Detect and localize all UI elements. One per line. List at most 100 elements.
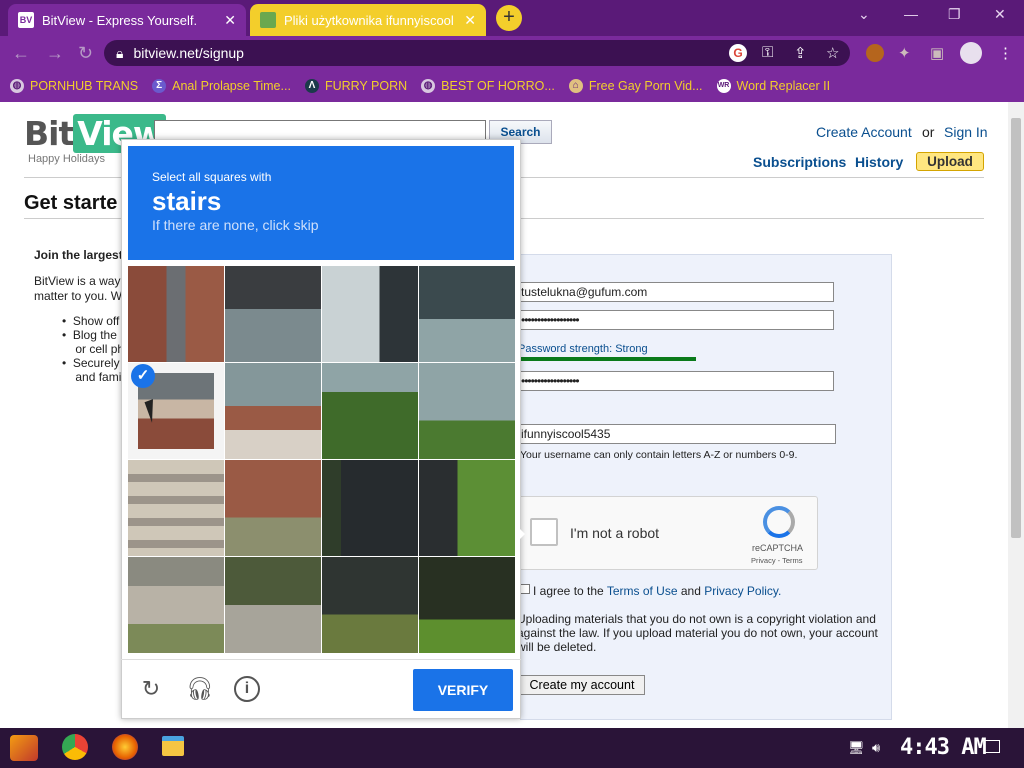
list-item: or cell ph bbox=[75, 342, 125, 356]
bookmark-item[interactable]: Σ Anal Prolapse Time... bbox=[152, 79, 291, 93]
network-icon[interactable]: 🖥︎ bbox=[848, 740, 865, 756]
star-icon[interactable]: ☆ bbox=[826, 44, 839, 62]
history-link[interactable]: History bbox=[855, 154, 903, 170]
close-icon[interactable]: ✕ bbox=[224, 12, 236, 29]
back-icon[interactable]: ← bbox=[12, 43, 30, 64]
wr-icon: WR bbox=[716, 79, 731, 93]
google-icon[interactable]: G bbox=[729, 44, 747, 62]
list-item: and fami bbox=[75, 370, 122, 384]
captcha-tile[interactable] bbox=[419, 460, 515, 556]
bookmark-item[interactable]: ◍ PORNHUB TRANS bbox=[10, 79, 138, 93]
lambda-icon: Λ bbox=[304, 79, 319, 93]
captcha-tile[interactable] bbox=[225, 557, 321, 653]
bookmark-item[interactable]: ⌂ Free Gay Porn Vid... bbox=[568, 79, 703, 93]
firefox-icon[interactable] bbox=[112, 734, 138, 760]
tab-pliki[interactable]: Pliki użytkownika ifunnyiscool - ✕ bbox=[250, 4, 486, 36]
page-title: Get starte bbox=[24, 192, 118, 214]
captcha-tile[interactable] bbox=[419, 363, 515, 459]
captcha-instruction: Select all squares with bbox=[152, 170, 272, 184]
divider bbox=[121, 659, 521, 660]
password-field[interactable]: •••••••••••••••••• bbox=[516, 310, 834, 330]
list-item: • Securely bbox=[62, 356, 120, 370]
captcha-grid bbox=[128, 266, 515, 653]
tab-search-icon[interactable]: ⌄ bbox=[858, 6, 870, 23]
captcha-target: stairs bbox=[152, 186, 222, 216]
dialog-pointer bbox=[515, 524, 525, 544]
captcha-tile[interactable] bbox=[225, 363, 321, 459]
captcha-tile[interactable] bbox=[322, 266, 418, 362]
username-field[interactable]: ifunnyiscool5435 bbox=[516, 424, 836, 444]
profile-icon[interactable] bbox=[960, 42, 982, 64]
info-icon[interactable]: i bbox=[234, 676, 260, 702]
upload-button[interactable]: Upload bbox=[916, 152, 984, 171]
file-explorer-icon[interactable] bbox=[162, 736, 184, 756]
headphones-icon[interactable]: 🎧︎ bbox=[186, 676, 214, 702]
list-item: • Blog the bbox=[62, 328, 117, 342]
bookmark-item[interactable]: ◍ BEST OF HORRO... bbox=[421, 79, 555, 93]
captcha-header: Select all squares with stairs If there … bbox=[128, 146, 514, 260]
key-icon[interactable]: ⚿ bbox=[762, 44, 773, 61]
scrollbar-thumb[interactable] bbox=[1011, 118, 1021, 538]
sign-in-link[interactable]: Sign In bbox=[944, 124, 988, 140]
subscriptions-link[interactable]: Subscriptions bbox=[753, 154, 846, 170]
selected-check-icon: ✓ bbox=[131, 364, 155, 388]
captcha-tile[interactable] bbox=[128, 460, 224, 556]
privacy-link[interactable]: Privacy Policy. bbox=[704, 584, 781, 598]
agree-checkbox[interactable] bbox=[520, 584, 530, 594]
tag-icon: ⌂ bbox=[568, 79, 583, 93]
captcha-tile[interactable] bbox=[225, 266, 321, 362]
list-item: • Show off bbox=[62, 314, 120, 328]
puzzle-icon[interactable]: ✦ bbox=[898, 44, 911, 62]
notification-icon[interactable] bbox=[984, 740, 1000, 753]
captcha-tile[interactable] bbox=[128, 266, 224, 362]
captcha-tile[interactable] bbox=[322, 557, 418, 653]
captcha-tile[interactable] bbox=[128, 557, 224, 653]
bitview-favicon-icon: BV bbox=[18, 12, 34, 28]
globe-icon: ◍ bbox=[421, 79, 436, 93]
intro-title: Join the largest bbox=[34, 248, 123, 262]
reload-icon[interactable]: ↻ bbox=[78, 43, 93, 64]
terms-link[interactable]: Terms of Use bbox=[607, 584, 678, 598]
captcha-tile[interactable] bbox=[419, 266, 515, 362]
create-account-link[interactable]: Create Account bbox=[816, 124, 912, 140]
extension-avatar-icon[interactable] bbox=[866, 44, 884, 62]
bookmarks-bar: ◍ PORNHUB TRANS Σ Anal Prolapse Time... ΛF… bbox=[0, 70, 1024, 102]
create-account-button[interactable]: Create my account bbox=[519, 675, 645, 695]
tab-title: BitView - Express Yourself. bbox=[42, 12, 198, 28]
menu-icon[interactable]: ⋮ bbox=[998, 44, 1013, 62]
verify-button[interactable]: VERIFY bbox=[413, 669, 513, 711]
taskbar-clock[interactable]: 4:43 AM bbox=[900, 735, 987, 760]
recaptcha-label: I'm not a robot bbox=[570, 525, 660, 541]
email-field[interactable]: tustelukna@gufum.com bbox=[516, 282, 834, 302]
recaptcha-checkbox[interactable] bbox=[530, 518, 558, 546]
password-strength-label: Password strength: Strong bbox=[518, 343, 648, 355]
recaptcha-links[interactable]: Privacy - Terms bbox=[751, 556, 803, 565]
minimize-icon[interactable]: — bbox=[904, 6, 918, 22]
volume-icon[interactable]: 🔊︎ bbox=[872, 740, 880, 756]
tab-bitview[interactable]: BV BitView - Express Yourself. ✕ bbox=[8, 4, 246, 36]
side-panel-icon[interactable]: ▣ bbox=[930, 44, 944, 62]
share-icon[interactable]: ⇪ bbox=[794, 44, 807, 62]
agree-text: I agree to the Terms of Use and Privacy … bbox=[533, 584, 782, 598]
restore-icon[interactable]: ❐ bbox=[948, 6, 961, 23]
captcha-tile[interactable] bbox=[322, 460, 418, 556]
close-icon[interactable]: ✕ bbox=[464, 12, 476, 29]
confirm-password-field[interactable]: •••••••••••••••••• bbox=[516, 371, 834, 391]
start-icon[interactable] bbox=[10, 735, 38, 761]
username-hint: Your username can only contain letters A… bbox=[520, 449, 798, 461]
bookmark-item[interactable]: WR Word Replacer II bbox=[716, 79, 830, 93]
globe-icon: ◍ bbox=[10, 79, 24, 93]
forward-icon[interactable]: → bbox=[46, 43, 64, 64]
new-tab-button[interactable]: + bbox=[496, 5, 522, 31]
captcha-tile[interactable] bbox=[419, 557, 515, 653]
bookmark-item[interactable]: Λ FURRY PORN bbox=[304, 79, 407, 93]
recaptcha-logo-icon bbox=[763, 506, 795, 538]
chrome-icon[interactable] bbox=[62, 734, 88, 760]
tab-title: Pliki użytkownika ifunnyiscool - bbox=[284, 12, 457, 28]
logo-tagline: Happy Holidays bbox=[28, 153, 106, 165]
captcha-subtext: If there are none, click skip bbox=[152, 217, 319, 233]
captcha-tile[interactable] bbox=[225, 460, 321, 556]
close-window-icon[interactable]: ✕ bbox=[994, 6, 1006, 23]
reload-challenge-icon[interactable]: ↻ bbox=[138, 676, 164, 702]
captcha-tile[interactable] bbox=[322, 363, 418, 459]
